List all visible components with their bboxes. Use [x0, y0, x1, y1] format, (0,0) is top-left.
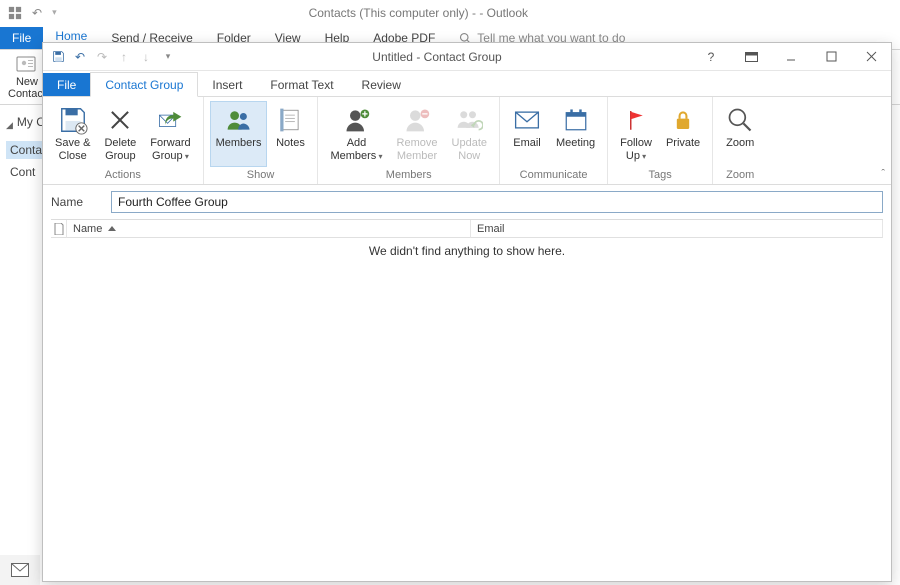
- remove-member-icon: [402, 105, 432, 135]
- new-contact-button[interactable]: New Contact: [8, 54, 46, 100]
- main-titlebar: ↶ ▾ Contacts (This computer only) - - Ou…: [0, 0, 900, 25]
- email-icon: [512, 105, 542, 135]
- name-label: Name: [51, 195, 101, 209]
- follow-up-button[interactable]: Follow Up ▾: [614, 101, 658, 167]
- sort-asc-icon: [108, 226, 116, 231]
- ribbon-group-actions: Save & Close Delete Group Forward Group …: [43, 97, 204, 184]
- private-button[interactable]: Private: [660, 101, 706, 167]
- save-icon[interactable]: [51, 50, 65, 64]
- cg-body: Name Name Email We didn't find anything …: [43, 185, 891, 581]
- add-member-icon: [342, 105, 372, 135]
- cg-tab-review[interactable]: Review: [348, 73, 415, 96]
- contact-group-window: ↶ ↷ ↑ ↓ ▾ Untitled - Contact Group ? Fil…: [42, 42, 892, 582]
- members-icon: [224, 105, 254, 135]
- mail-icon: [11, 563, 29, 577]
- group-label-show: Show: [210, 167, 312, 184]
- cg-ribbon-tabs: File Contact Group Insert Format Text Re…: [43, 71, 891, 97]
- delete-group-button[interactable]: Delete Group: [98, 101, 142, 167]
- group-name-input[interactable]: [111, 191, 883, 213]
- grid-col-icon[interactable]: [51, 220, 67, 238]
- delete-icon: [105, 105, 135, 135]
- add-members-button[interactable]: Add Members ▾: [324, 101, 388, 167]
- page-icon: [54, 223, 64, 235]
- update-icon: [454, 105, 484, 135]
- ribbon-options-button[interactable]: [731, 43, 771, 71]
- tab-file[interactable]: File: [0, 27, 43, 49]
- help-button[interactable]: ?: [691, 43, 731, 71]
- save-close-button[interactable]: Save & Close: [49, 101, 96, 167]
- nav-section-my-contacts[interactable]: My C: [17, 115, 45, 129]
- app-icon: [8, 6, 22, 20]
- ribbon-group-tags: Follow Up ▾ Private Tags: [608, 97, 713, 184]
- name-row: Name: [51, 191, 883, 213]
- zoom-icon: [725, 105, 755, 135]
- grid-col-email[interactable]: Email: [471, 220, 883, 238]
- email-button[interactable]: Email: [506, 101, 548, 167]
- redo-icon[interactable]: ↷: [95, 50, 109, 64]
- undo-icon[interactable]: ↶: [73, 50, 87, 64]
- cg-window-title: Untitled - Contact Group: [183, 50, 691, 64]
- nav-down-icon[interactable]: ↓: [139, 50, 153, 64]
- cg-tab-insert[interactable]: Insert: [198, 73, 256, 96]
- lock-icon: [668, 105, 698, 135]
- grid-empty-message: We didn't find anything to show here.: [51, 238, 883, 264]
- members-button[interactable]: Members: [210, 101, 268, 167]
- ribbon-group-show: Members Notes Show: [204, 97, 319, 184]
- group-label-communicate: Communicate: [506, 167, 601, 184]
- ribbon-group-zoom: Zoom Zoom: [713, 97, 767, 184]
- grid-header: Name Email: [51, 220, 883, 238]
- ribbon-group-communicate: Email Meeting Communicate: [500, 97, 608, 184]
- notes-icon: [275, 105, 305, 135]
- cg-tab-contact-group[interactable]: Contact Group: [90, 72, 198, 97]
- save-close-icon: [58, 105, 88, 135]
- qat-more-icon[interactable]: ▾: [161, 50, 175, 64]
- maximize-button[interactable]: [811, 43, 851, 71]
- group-label-zoom: Zoom: [719, 167, 761, 184]
- update-now-button: Update Now: [446, 101, 493, 167]
- group-label-tags: Tags: [614, 167, 706, 184]
- grid-col-name[interactable]: Name: [67, 220, 471, 238]
- meeting-button[interactable]: Meeting: [550, 101, 601, 167]
- meeting-icon: [561, 105, 591, 135]
- collapse-ribbon-icon[interactable]: ˆ: [881, 168, 885, 180]
- group-label-actions: Actions: [49, 167, 197, 184]
- forward-icon: [155, 105, 185, 135]
- ribbon-group-members: Add Members ▾ Remove Member Update Now M…: [318, 97, 500, 184]
- cg-tab-file[interactable]: File: [43, 73, 90, 96]
- notes-button[interactable]: Notes: [269, 101, 311, 167]
- zoom-button[interactable]: Zoom: [719, 101, 761, 167]
- cg-ribbon: Save & Close Delete Group Forward Group …: [43, 97, 891, 185]
- cg-tab-format-text[interactable]: Format Text: [256, 73, 347, 96]
- nav-up-icon[interactable]: ↑: [117, 50, 131, 64]
- main-window-title: Contacts (This computer only) - - Outloo…: [57, 6, 780, 20]
- flag-icon: [621, 105, 651, 135]
- members-grid: Name Email We didn't find anything to sh…: [51, 219, 883, 264]
- nav-bar-mail[interactable]: [0, 555, 40, 585]
- undo-icon[interactable]: ↶: [32, 6, 42, 20]
- cg-titlebar: ↶ ↷ ↑ ↓ ▾ Untitled - Contact Group ?: [43, 43, 891, 71]
- minimize-button[interactable]: [771, 43, 811, 71]
- remove-member-button: Remove Member: [391, 101, 444, 167]
- close-button[interactable]: [851, 43, 891, 71]
- group-label-members: Members: [324, 167, 493, 184]
- forward-group-button[interactable]: Forward Group ▾: [144, 101, 196, 167]
- collapse-icon[interactable]: ◢: [6, 120, 13, 131]
